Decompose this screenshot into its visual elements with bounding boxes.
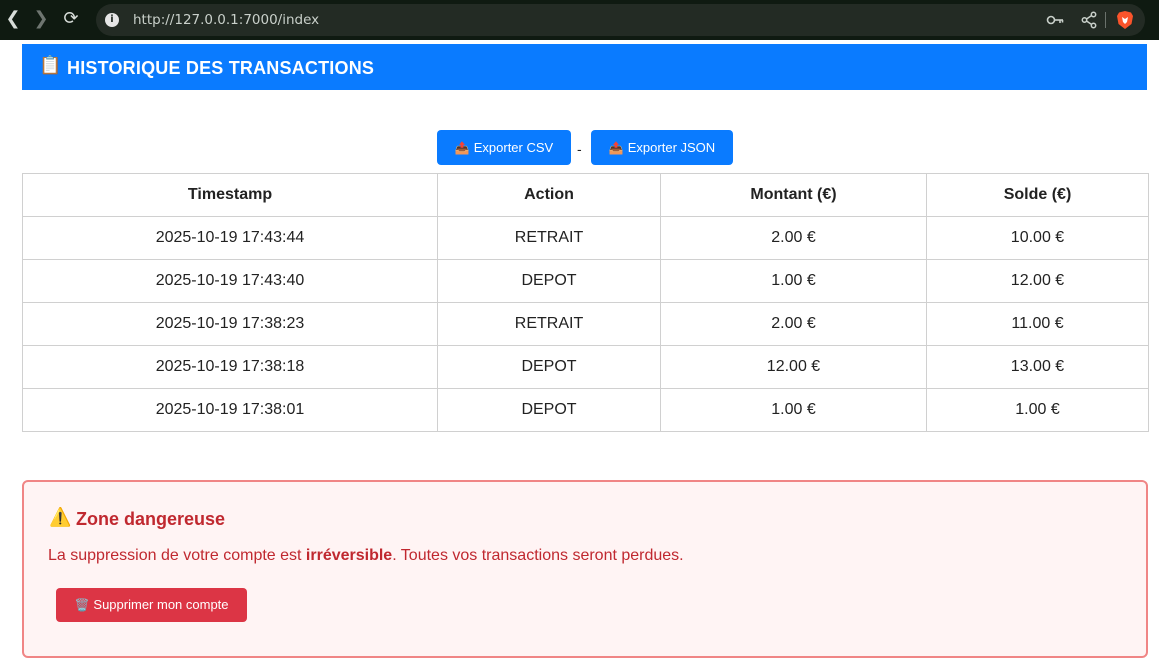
cell-amount: 12.00 € bbox=[660, 345, 927, 389]
cell-action: RETRAIT bbox=[437, 216, 661, 260]
browser-toolbar: ❮ ❯ ⟳ i http://127.0.0.1:7000/index bbox=[0, 0, 1159, 40]
cell-amount: 1.00 € bbox=[660, 259, 927, 303]
cell-balance: 13.00 € bbox=[926, 345, 1149, 389]
reload-button[interactable]: ⟳ bbox=[59, 6, 83, 32]
table-row: 2025-10-19 17:38:01 DEPOT 1.00 € 1.00 € bbox=[22, 388, 1149, 432]
cell-amount: 1.00 € bbox=[660, 388, 927, 432]
share-icon[interactable] bbox=[1081, 11, 1097, 29]
cell-balance: 1.00 € bbox=[926, 388, 1149, 432]
table-row: 2025-10-19 17:43:40 DEPOT 1.00 € 12.00 € bbox=[22, 259, 1149, 303]
address-bar[interactable]: i http://127.0.0.1:7000/index bbox=[96, 4, 1145, 36]
export-csv-button[interactable]: 📤 Exporter CSV bbox=[437, 130, 571, 165]
table-row: 2025-10-19 17:38:18 DEPOT 12.00 € 13.00 … bbox=[22, 345, 1149, 389]
page-title: HISTORIQUE DES TRANSACTIONS bbox=[67, 58, 375, 78]
cell-amount: 2.00 € bbox=[660, 216, 927, 260]
outbox-icon: 📤 bbox=[608, 141, 624, 155]
url-text[interactable]: http://127.0.0.1:7000/index bbox=[133, 11, 319, 29]
cell-amount: 2.00 € bbox=[660, 302, 927, 346]
column-header-action: Action bbox=[437, 173, 661, 217]
cell-timestamp: 2025-10-19 17:38:01 bbox=[22, 388, 438, 432]
brave-shield-icon[interactable] bbox=[1116, 10, 1134, 30]
delete-account-button[interactable]: 🗑️ Supprimer mon compte bbox=[56, 588, 247, 622]
cell-action: DEPOT bbox=[437, 259, 661, 303]
column-header-balance: Solde (€) bbox=[926, 173, 1149, 217]
site-info-icon[interactable]: i bbox=[105, 13, 119, 27]
cell-timestamp: 2025-10-19 17:38:23 bbox=[22, 302, 438, 346]
warning-icon: ⚠️ bbox=[49, 507, 72, 528]
cell-timestamp: 2025-10-19 17:43:44 bbox=[22, 216, 438, 260]
page-header: 📋 HISTORIQUE DES TRANSACTIONS bbox=[22, 44, 1147, 90]
cell-action: DEPOT bbox=[437, 388, 661, 432]
delete-account-label: Supprimer mon compte bbox=[93, 597, 229, 612]
toolbar-divider bbox=[1105, 12, 1106, 28]
export-csv-label: Exporter CSV bbox=[473, 140, 554, 155]
cell-timestamp: 2025-10-19 17:43:40 bbox=[22, 259, 438, 303]
cell-action: DEPOT bbox=[437, 345, 661, 389]
back-button[interactable]: ❮ bbox=[1, 6, 25, 32]
clipboard-icon: 📋 bbox=[39, 55, 62, 76]
cell-timestamp: 2025-10-19 17:38:18 bbox=[22, 345, 438, 389]
export-json-button[interactable]: 📤 Exporter JSON bbox=[591, 130, 733, 165]
column-header-amount: Montant (€) bbox=[660, 173, 927, 217]
column-header-timestamp: Timestamp bbox=[22, 173, 438, 217]
key-icon[interactable] bbox=[1046, 12, 1064, 28]
forward-button[interactable]: ❯ bbox=[29, 6, 53, 32]
export-separator: - bbox=[577, 141, 582, 157]
danger-title: Zone dangereuse bbox=[76, 509, 226, 529]
table-row: 2025-10-19 17:43:44 RETRAIT 2.00 € 10.00… bbox=[22, 216, 1149, 260]
cell-balance: 11.00 € bbox=[926, 302, 1149, 346]
trash-icon: 🗑️ bbox=[74, 598, 90, 612]
table-header-row: Timestamp Action Montant (€) Solde (€) bbox=[22, 173, 1149, 217]
export-json-label: Exporter JSON bbox=[627, 140, 716, 155]
irreversible-emphasis: irréversible bbox=[305, 547, 393, 564]
cell-action: RETRAIT bbox=[437, 302, 661, 346]
outbox-icon: 📤 bbox=[454, 141, 470, 155]
danger-warning-text: La suppression de votre compte est irrév… bbox=[48, 547, 684, 564]
cell-balance: 10.00 € bbox=[926, 216, 1149, 260]
cell-balance: 12.00 € bbox=[926, 259, 1149, 303]
danger-zone: ⚠️ Zone dangereuse La suppression de vot… bbox=[22, 480, 1148, 658]
table-row: 2025-10-19 17:38:23 RETRAIT 2.00 € 11.00… bbox=[22, 302, 1149, 346]
transactions-table: Timestamp Action Montant (€) Solde (€) 2… bbox=[22, 173, 1149, 432]
